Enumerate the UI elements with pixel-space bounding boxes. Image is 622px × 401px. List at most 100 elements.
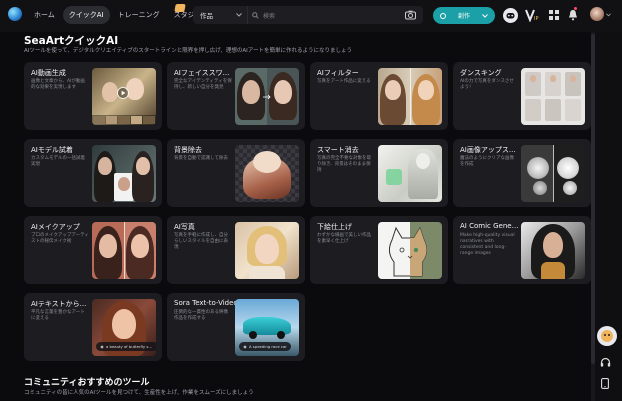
right-rail xyxy=(591,32,622,401)
tool-card-ai-makeup[interactable]: AIメイクアップ プロのメイクアップアーティストの秘伝メイク術 xyxy=(24,216,162,284)
tool-card-sketch-finish[interactable]: 下絵仕上げ わずかな線画で美しい作品を素早く仕上げ xyxy=(310,216,448,284)
sparkle-icon xyxy=(243,344,247,349)
nav-home[interactable]: ホーム xyxy=(28,6,61,24)
card-description: 完全なアイデンティティを保持し、新しい自分を発見 xyxy=(174,79,232,90)
create-button-label: 創作 xyxy=(457,13,470,20)
card-thumbnail: a beauty of butterfly smiled with freckl… xyxy=(92,299,156,356)
grid-icon[interactable] xyxy=(549,10,559,20)
card-description: 写真の完全不要な対象を取り除き、背景はそのまま保持 xyxy=(317,156,371,173)
sparkle-icon xyxy=(100,344,104,349)
chevron-down-icon xyxy=(236,13,242,17)
community-tools-heading: コミュニティおすすめのツール xyxy=(24,378,150,388)
card-thumbnail xyxy=(378,145,442,202)
tool-card-model-try-on[interactable]: AIモデル試着 カスタムモデルの一括試着実現 xyxy=(24,139,162,207)
user-avatar[interactable] xyxy=(590,7,604,21)
card-title: 下絵仕上げ xyxy=(317,223,352,231)
card-title: AIテキストから... xyxy=(31,300,87,308)
card-title: Sora Text-to-Video xyxy=(174,299,238,307)
chevron-down-icon[interactable] xyxy=(606,13,611,17)
card-thumbnail xyxy=(521,68,585,125)
card-description: Make high-quality visual narratives with… xyxy=(460,233,515,256)
nav-quick-ai[interactable]: クイックAI xyxy=(62,6,110,24)
card-thumbnail xyxy=(92,222,156,279)
play-icon xyxy=(117,87,129,99)
card-title: AI写真 xyxy=(174,223,195,231)
search-bar: 作品 検索 xyxy=(193,6,423,24)
prompt-text: a beauty of butterfly smiled with freckl… xyxy=(106,344,154,349)
scrollbar-thumb[interactable] xyxy=(591,34,595,364)
card-thumbnail xyxy=(235,68,299,125)
search-type-select[interactable]: 作品 xyxy=(193,6,248,24)
card-thumbnail xyxy=(92,145,156,202)
card-description: 写真をアート作品に変える xyxy=(317,79,371,84)
card-thumbnail xyxy=(235,222,299,279)
nav-training[interactable]: トレーニング xyxy=(112,6,166,24)
card-thumbnail xyxy=(521,222,585,279)
headset-icon[interactable] xyxy=(600,357,611,368)
search-icon xyxy=(252,11,259,19)
prompt-pill: A speeding race car xyxy=(239,342,291,351)
card-title: AIフェイススワ... xyxy=(174,69,230,77)
card-description: プロのメイクアップアーティストの秘伝メイク術 xyxy=(31,233,89,244)
search-type-value: 作品 xyxy=(200,12,213,20)
tool-card-smart-erase[interactable]: スマート消去 写真の完全不要な対象を取り除き、背景はそのまま保持 xyxy=(310,139,448,207)
page-subtitle: AIツールを使って、デジタルクリエイティブのスタートラインと限界を押し広げ、理想… xyxy=(24,48,352,54)
card-title: ダンスキング xyxy=(460,69,502,77)
prompt-text: A speeding race car xyxy=(249,344,287,349)
card-description: AIの力で写真をダンスさせよう！ xyxy=(460,79,514,90)
card-description: 圧倒的な一貫性のある映像作品を作成する xyxy=(174,310,228,321)
studio-new-badge xyxy=(174,4,186,12)
tool-card-background-removal[interactable]: 背景除去 背景を自動で認識して除去 xyxy=(167,139,305,207)
tool-card-ai-photo[interactable]: AI写真 写真を手軽に作成し、自分らしいスタイルを自由に表現 xyxy=(167,216,305,284)
bell-icon[interactable] xyxy=(568,9,578,21)
card-title: スマート消去 xyxy=(317,146,359,154)
card-thumbnail xyxy=(378,222,442,279)
card-title: AIメイクアップ xyxy=(31,223,80,231)
card-description: 背景を自動で認識して除去 xyxy=(174,156,228,161)
community-tools-subtitle: コミュニティの皆に人気のAIツールを見つけて、生産性を上げ、作業をスムーズにしま… xyxy=(24,390,254,396)
discord-icon[interactable] xyxy=(503,8,518,23)
cat-sketch-image xyxy=(388,226,428,277)
tool-card-ai-filter[interactable]: AIフィルター 写真をアート作品に変える xyxy=(310,62,448,130)
card-description: カスタムモデルの一括試着実現 xyxy=(31,156,85,167)
swap-arrow-icon xyxy=(263,94,271,100)
search-input[interactable]: 検索 xyxy=(248,11,423,20)
notification-dot xyxy=(574,7,577,10)
card-title: 背景除去 xyxy=(174,146,202,154)
card-title: AI画像アップス... xyxy=(460,146,516,154)
tool-card-face-swap[interactable]: AIフェイススワ... 完全なアイデンティティを保持し、新しい自分を発見 xyxy=(167,62,305,130)
card-description: 魔法のようにクリアな画像を作成 xyxy=(460,156,514,167)
svg-text:IP: IP xyxy=(534,16,539,22)
card-thumbnail xyxy=(92,68,156,125)
card-title: AI Comic Gener... xyxy=(460,222,520,230)
tool-card-sora-text-to-video[interactable]: Sora Text-to-Video 圧倒的な一貫性のある映像作品を作成する A… xyxy=(167,293,305,361)
floating-assistant-icon[interactable] xyxy=(596,325,618,347)
tool-card-text-to-image[interactable]: AIテキストから... 平凡な言葉を豊かなアートに変える a beauty of… xyxy=(24,293,162,361)
card-title: AIモデル試着 xyxy=(31,146,73,154)
palette-icon xyxy=(440,12,446,19)
card-thumbnail xyxy=(378,68,442,125)
tool-card-ai-comic-generator[interactable]: AI Comic Gener... Make high-quality visu… xyxy=(453,216,591,284)
card-title: AI動画生成 xyxy=(31,69,66,77)
top-bar: ホーム クイックAI トレーニング スタジオ 作品 検索 創作 IP xyxy=(0,0,622,32)
search-placeholder: 検索 xyxy=(263,12,276,20)
card-thumbnail: A speeding race car xyxy=(235,299,299,356)
tool-card-dance-king[interactable]: ダンスキング AIの力で写真をダンスさせよう！ xyxy=(453,62,591,130)
card-description: 平凡な言葉を豊かなアートに変える xyxy=(31,310,85,321)
scrollbar[interactable] xyxy=(591,32,595,401)
card-title: AIフィルター xyxy=(317,69,359,77)
tool-card-image-upscale[interactable]: AI画像アップス... 魔法のようにクリアな画像を作成 xyxy=(453,139,591,207)
phone-icon[interactable] xyxy=(601,378,609,389)
prompt-pill: a beauty of butterfly smiled with freckl… xyxy=(96,342,156,351)
card-description: わずかな線画で美しい作品を素早く仕上げ xyxy=(317,233,371,244)
card-description: 画像と文章から、AIが動画的な効果を実現します xyxy=(31,79,85,90)
create-button[interactable]: 創作 xyxy=(433,7,495,24)
card-description: 写真を手軽に作成し、自分らしいスタイルを自由に表現 xyxy=(174,233,228,250)
tool-card-ai-video[interactable]: AI動画生成 画像と文章から、AIが動画的な効果を実現します xyxy=(24,62,162,130)
camera-icon[interactable] xyxy=(405,10,416,20)
seaart-logo[interactable] xyxy=(8,7,22,21)
chevron-down-icon xyxy=(482,13,488,18)
card-thumbnail xyxy=(521,145,585,202)
vip-icon[interactable]: IP xyxy=(525,8,539,22)
main-content: SeaArtクイックAI AIツールを使って、デジタルクリエイティブのスタートラ… xyxy=(0,32,591,401)
